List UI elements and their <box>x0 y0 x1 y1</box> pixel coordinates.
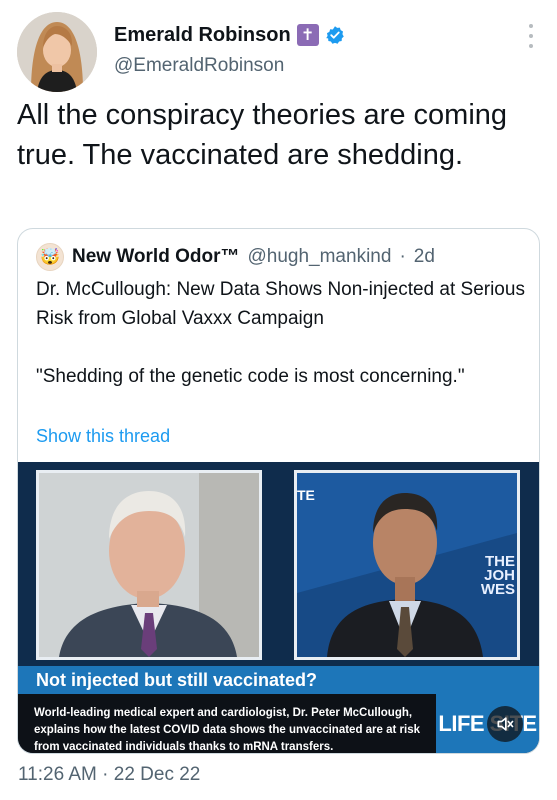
author-name[interactable]: Emerald Robinson <box>114 24 291 47</box>
quoted-age: 2d <box>413 246 435 267</box>
quoted-paragraph-1: Dr. McCullough: New Data Shows Non-injec… <box>36 279 525 329</box>
tweet-text: All the conspiracy theories are coming t… <box>17 99 508 171</box>
quoted-tweet[interactable]: 🤯 New World Odor™ @hugh_mankind · 2d Dr.… <box>17 228 540 754</box>
video-right-panel: TE THE JOH WES <box>294 470 520 660</box>
corner-mark: TE <box>297 487 315 503</box>
quoted-separator: · <box>399 246 406 267</box>
tweet-timestamp[interactable]: 11:26 AM · 22 Dec 22 <box>18 764 200 786</box>
more-options-icon[interactable] <box>527 24 535 48</box>
video-player[interactable]: TE THE JOH WES Not injected but still va… <box>18 462 539 753</box>
tweet: Emerald Robinson ✝ @EmeraldRobinson All … <box>0 0 557 800</box>
verified-badge-icon <box>325 26 344 44</box>
avatar[interactable] <box>17 12 97 92</box>
mute-icon[interactable] <box>487 706 523 742</box>
author-block: Emerald Robinson ✝ @EmeraldRobinson <box>114 22 345 77</box>
right-panel-text: THE JOH WES <box>480 553 515 598</box>
quoted-avatar: 🤯 <box>36 243 64 271</box>
show-thread-link[interactable]: Show this thread <box>36 426 170 447</box>
video-banner: Not injected but still vaccinated? <box>18 666 539 694</box>
latin-cross-icon: ✝ <box>296 24 319 46</box>
author-handle[interactable]: @EmeraldRobinson <box>114 55 345 77</box>
quoted-handle: @hugh_mankind <box>247 246 392 267</box>
quoted-name: New World Odor™ <box>72 246 240 267</box>
quoted-text: Dr. McCullough: New Data Shows Non-injec… <box>36 275 526 391</box>
video-left-panel <box>36 470 262 660</box>
quoted-header: 🤯 New World Odor™ @hugh_mankind · 2d <box>36 243 435 271</box>
video-caption: World-leading medical expert and cardiol… <box>18 694 436 753</box>
quoted-paragraph-2: "Shedding of the genetic code is most co… <box>36 366 465 387</box>
